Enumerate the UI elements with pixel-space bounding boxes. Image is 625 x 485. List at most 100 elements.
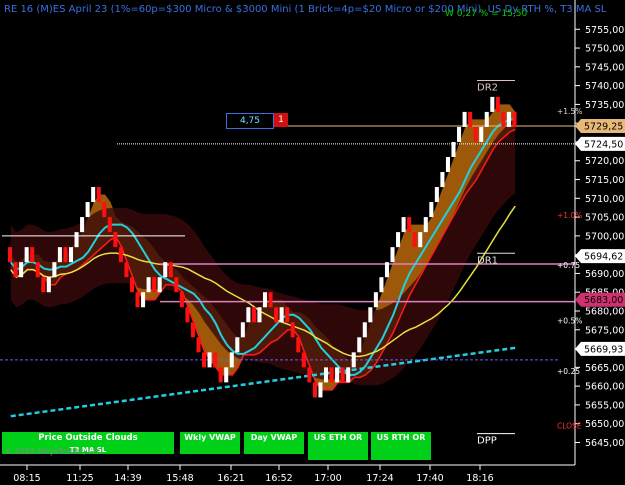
renko-brick <box>13 262 18 278</box>
y-tick-label: 5735,00 <box>585 100 624 111</box>
cloud-layer <box>10 104 516 391</box>
x-tick-label: 17:00 <box>314 473 341 484</box>
renko-brick <box>462 111 467 127</box>
order-value-box[interactable]: 4,75 <box>226 113 274 129</box>
renko-brick <box>457 126 462 142</box>
renko-brick <box>263 292 268 308</box>
wkly-vwap-button[interactable]: Wkly VWAP <box>180 432 240 454</box>
renko-brick <box>451 141 456 157</box>
price-marker-label: 5724,50 <box>584 139 623 150</box>
renko-brick <box>168 262 173 278</box>
renko-brick <box>146 277 151 293</box>
renko-brick <box>24 247 29 263</box>
renko-brick <box>445 156 450 173</box>
y-tick-label: 5715,00 <box>585 175 624 186</box>
x-tick-label: 17:24 <box>366 473 393 484</box>
renko-brick <box>335 367 340 383</box>
price-outside-clouds-label: Price Outside Clouds <box>38 433 138 443</box>
y-tick-label: 5750,00 <box>585 44 624 55</box>
chart-canvas: 5755,005750,005745,005740,005735,005730,… <box>0 0 625 484</box>
renko-brick <box>118 247 123 263</box>
us-eth-or-button[interactable]: US ETH OR <box>308 432 368 460</box>
renko-brick <box>235 337 240 353</box>
level-label: +1.5% <box>557 107 582 116</box>
cloud-dark <box>10 117 516 386</box>
renko-brick <box>285 307 290 323</box>
renko-brick <box>174 277 179 293</box>
y-tick-label: 5755,00 <box>585 25 624 36</box>
renko-brick <box>213 352 218 368</box>
renko-brick <box>96 187 101 203</box>
renko-brick <box>384 262 389 278</box>
y-tick-label: 5680,00 <box>585 307 624 318</box>
renko-brick <box>379 277 384 293</box>
renko-brick <box>91 187 96 203</box>
x-tick-label: 11:25 <box>66 473 93 484</box>
renko-brick <box>30 247 35 263</box>
price-marker-label: 5729,25 <box>584 122 623 133</box>
renko-brick <box>340 367 345 383</box>
renko-brick <box>246 307 251 323</box>
y-tick-label: 5655,00 <box>585 400 624 411</box>
renko-brick <box>107 217 112 233</box>
day-vwap-button[interactable]: Day VWAP <box>244 432 304 454</box>
renko-brick <box>301 352 306 368</box>
us-rth-or-button[interactable]: US RTH OR <box>371 432 431 460</box>
renko-brick <box>479 126 484 142</box>
renko-brick <box>401 217 406 233</box>
renko-brick <box>218 367 223 383</box>
x-tick-label: 16:52 <box>265 473 292 484</box>
renko-brick <box>74 232 79 248</box>
renko-brick <box>357 337 362 353</box>
renko-brick <box>412 232 417 248</box>
x-tick-label: 18:16 <box>466 473 493 484</box>
renko-brick <box>390 247 395 263</box>
y-tick-label: 5660,00 <box>585 382 624 393</box>
renko-brick <box>8 247 13 263</box>
renko-brick <box>207 352 212 368</box>
renko-brick <box>323 367 329 383</box>
renko-brick <box>296 337 301 353</box>
renko-brick <box>429 202 434 218</box>
price-marker-label: 5694,62 <box>584 252 623 263</box>
renko-brick <box>141 292 146 308</box>
renko-brick <box>85 202 90 218</box>
renko-brick <box>512 111 517 127</box>
renko-brick <box>423 217 428 233</box>
renko-brick <box>484 111 489 127</box>
renko-brick <box>68 247 74 263</box>
renko-brick <box>124 262 129 278</box>
y-tick-label: 5700,00 <box>585 231 624 242</box>
order-qty-box[interactable]: 1 <box>274 113 288 127</box>
y-tick-label: 5745,00 <box>585 62 624 73</box>
renko-brick <box>135 292 140 308</box>
renko-brick <box>346 367 351 383</box>
y-tick-label: 5740,00 <box>585 81 624 92</box>
renko-brick <box>19 262 24 278</box>
renko-brick <box>407 217 412 233</box>
chart-stats: W 0,27 % = 15,50 <box>445 9 528 19</box>
level-label: +0.75 <box>557 261 580 270</box>
renko-brick <box>468 111 473 127</box>
x-tick-label: 17:40 <box>416 473 443 484</box>
y-tick-label: 5665,00 <box>585 363 624 374</box>
level-label: +0.5% <box>557 316 582 325</box>
y-tick-label: 5645,00 <box>585 438 624 449</box>
renko-brick <box>102 202 107 218</box>
renko-brick <box>185 307 190 323</box>
renko-brick <box>318 382 323 398</box>
renko-brick <box>473 126 478 142</box>
renko-brick <box>329 367 334 383</box>
renko-brick <box>396 232 401 248</box>
renko-brick <box>434 187 439 203</box>
y-tick-label: 5710,00 <box>585 194 624 205</box>
renko-brick <box>229 352 234 368</box>
price-marker-label: 5683,00 <box>584 295 623 306</box>
renko-brick <box>63 247 68 263</box>
y-tick-label: 5675,00 <box>585 325 624 336</box>
renko-brick <box>163 262 168 278</box>
renko-brick <box>501 111 506 127</box>
x-tick-label: 14:39 <box>114 473 141 484</box>
renko-brick <box>440 172 445 188</box>
level-label: +0.25 <box>557 367 580 376</box>
